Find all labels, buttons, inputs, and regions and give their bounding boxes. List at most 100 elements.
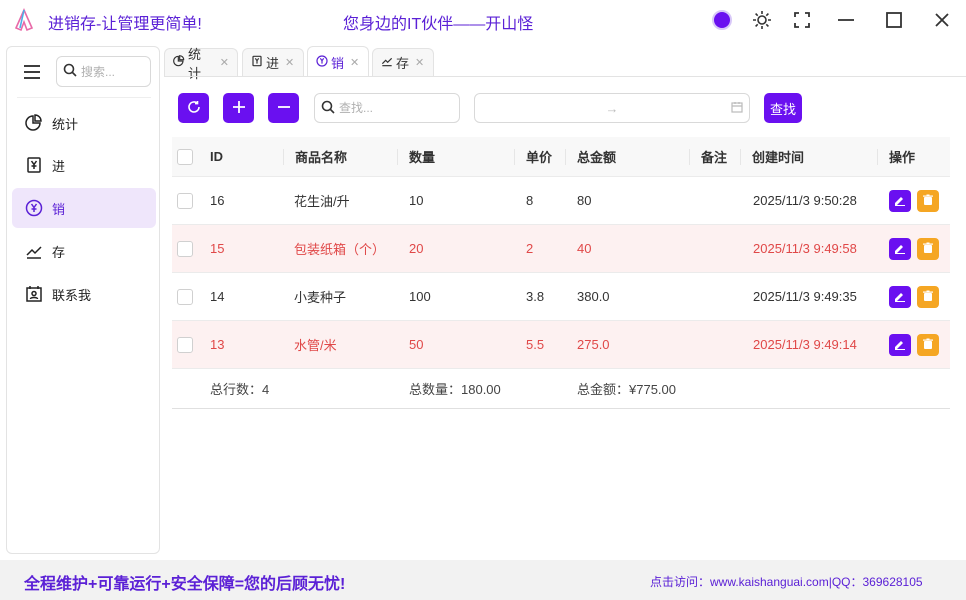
header-qty[interactable]: 数量	[409, 137, 435, 176]
header-name[interactable]: 商品名称	[295, 137, 347, 176]
row-checkbox[interactable]	[177, 177, 193, 224]
cell-name: 水管/米	[294, 338, 337, 353]
header-note[interactable]: 备注	[701, 137, 727, 176]
yen-box-icon	[251, 55, 263, 70]
row-checkbox[interactable]	[177, 273, 193, 320]
add-button[interactable]	[223, 93, 254, 123]
select-all-checkbox[interactable]	[177, 137, 193, 176]
header-price[interactable]: 单价	[526, 137, 552, 176]
footer-row-count: 总行数：4	[210, 382, 270, 397]
app-title: 进销存-让管理更简单!	[48, 16, 202, 33]
cell-time: 2025/11/3 9:49:14	[753, 337, 857, 352]
sidebar-item-stock[interactable]: 存	[12, 231, 156, 271]
edit-button[interactable]	[889, 238, 911, 260]
bottom-slogan: 全程维护+可靠运行+安全保障=您的后顾无忧!	[24, 576, 346, 593]
cell-time: 2025/11/3 9:49:58	[753, 241, 857, 256]
contact-card-icon	[24, 284, 44, 304]
trend-line-icon	[381, 55, 393, 70]
sun-icon[interactable]	[750, 8, 774, 32]
yen-circle-icon	[24, 198, 44, 218]
theme-color-picker[interactable]	[712, 10, 732, 30]
header-id[interactable]: ID	[210, 137, 223, 176]
minimize-icon[interactable]	[834, 8, 858, 32]
tab-label: 销	[331, 55, 345, 71]
table-row[interactable]: 13 水管/米 50 5.5 275.0 2025/11/3 9:49:14	[172, 321, 950, 369]
bottom-bar: 全程维护+可靠运行+安全保障=您的后顾无忧! 点击访问：www.kaishang…	[0, 560, 966, 600]
calendar-icon	[731, 101, 743, 116]
refresh-button[interactable]	[178, 93, 209, 123]
tab-close-icon[interactable]: ✕	[285, 56, 294, 69]
slogan-text: 您身边的IT伙伴——开山怪	[343, 16, 534, 33]
tab-divider	[164, 76, 966, 77]
find-input[interactable]	[339, 101, 449, 115]
search-button[interactable]: 查找	[764, 93, 802, 123]
tab-purchase[interactable]: 进 ✕	[242, 48, 304, 76]
trash-icon	[922, 338, 934, 353]
sidebar-item-label: 进	[52, 158, 66, 174]
cell-price: 5.5	[526, 337, 545, 352]
cell-total: 275.0	[577, 337, 610, 352]
date-range-picker[interactable]: →	[474, 93, 750, 123]
sidebar-search-input[interactable]	[81, 64, 141, 79]
row-checkbox[interactable]	[177, 321, 193, 368]
sidebar-item-purchase[interactable]: 进	[12, 145, 156, 185]
trash-icon	[922, 194, 934, 209]
delete-button[interactable]	[917, 238, 939, 260]
table-row[interactable]: 15 包装纸箱（个） 20 2 40 2025/11/3 9:49:58	[172, 225, 950, 273]
delete-button[interactable]	[917, 190, 939, 212]
delete-button[interactable]	[917, 334, 939, 356]
sidebar-search[interactable]	[56, 56, 151, 87]
cell-total: 380.0	[577, 289, 610, 304]
date-range-arrow: →	[605, 100, 619, 116]
tab-label: 进	[266, 56, 280, 71]
tab-sales[interactable]: 销 ✕	[307, 46, 369, 77]
header-total[interactable]: 总金额	[577, 137, 616, 176]
website-link[interactable]: 点击访问：www.kaishanguai.com|QQ：369628105	[650, 573, 923, 590]
edit-button[interactable]	[889, 286, 911, 308]
cell-time: 2025/11/3 9:50:28	[753, 193, 857, 208]
pie-chart-icon	[173, 55, 185, 70]
close-icon[interactable]	[930, 8, 954, 32]
row-checkbox[interactable]	[177, 225, 193, 272]
footer-total-qty: 总数量：180.00	[409, 382, 501, 397]
cell-id: 13	[210, 337, 225, 352]
maximize-icon[interactable]	[882, 8, 906, 32]
title-bar: 进销存-让管理更简单! 您身边的IT伙伴——开山怪	[0, 0, 966, 40]
table-row[interactable]: 16 花生油/升 10 8 80 2025/11/3 9:50:28	[172, 177, 950, 225]
cell-qty: 20	[409, 241, 424, 256]
edit-button[interactable]	[889, 334, 911, 356]
cell-id: 15	[210, 241, 225, 256]
trend-line-icon	[24, 241, 44, 261]
trash-icon	[922, 242, 934, 257]
cell-total: 80	[577, 193, 592, 208]
remove-button[interactable]	[268, 93, 299, 123]
tab-close-icon[interactable]: ✕	[415, 56, 424, 69]
cell-name: 包装纸箱（个）	[294, 242, 386, 257]
header-time[interactable]: 创建时间	[752, 137, 804, 176]
cell-qty: 50	[409, 337, 424, 352]
sidebar-item-contact[interactable]: 联系我	[12, 274, 156, 314]
delete-button[interactable]	[917, 286, 939, 308]
find-box[interactable]	[314, 93, 460, 123]
tab-close-icon[interactable]: ✕	[220, 56, 229, 69]
cell-price: 2	[526, 241, 534, 256]
tab-stats[interactable]: 统计 ✕	[164, 47, 238, 81]
sales-table: ID 商品名称 数量 单价 总金额 备注 创建时间 操作 16 花生油/升 10…	[172, 137, 950, 409]
fullscreen-icon[interactable]	[790, 8, 814, 32]
header-actions: 操作	[889, 150, 916, 165]
yen-circle-icon	[316, 54, 328, 70]
sidebar-item-stats[interactable]: 统计	[12, 103, 156, 143]
refresh-icon	[187, 100, 201, 117]
edit-button[interactable]	[889, 190, 911, 212]
search-icon	[321, 100, 335, 117]
tab-close-icon[interactable]: ✕	[350, 56, 359, 69]
table-row[interactable]: 14 小麦种子 100 3.8 380.0 2025/11/3 9:49:35	[172, 273, 950, 321]
tab-stock[interactable]: 存 ✕	[372, 48, 434, 76]
cell-id: 16	[210, 193, 225, 208]
plus-icon	[232, 100, 246, 117]
sidebar-item-sales[interactable]: 销	[12, 188, 156, 228]
hamburger-menu-icon[interactable]	[21, 61, 43, 83]
table-footer: 总行数：4 总数量：180.00 总金额：¥775.00	[172, 369, 950, 409]
cell-id: 14	[210, 289, 225, 304]
footer-total-amount: 总金额：¥775.00	[577, 382, 676, 397]
